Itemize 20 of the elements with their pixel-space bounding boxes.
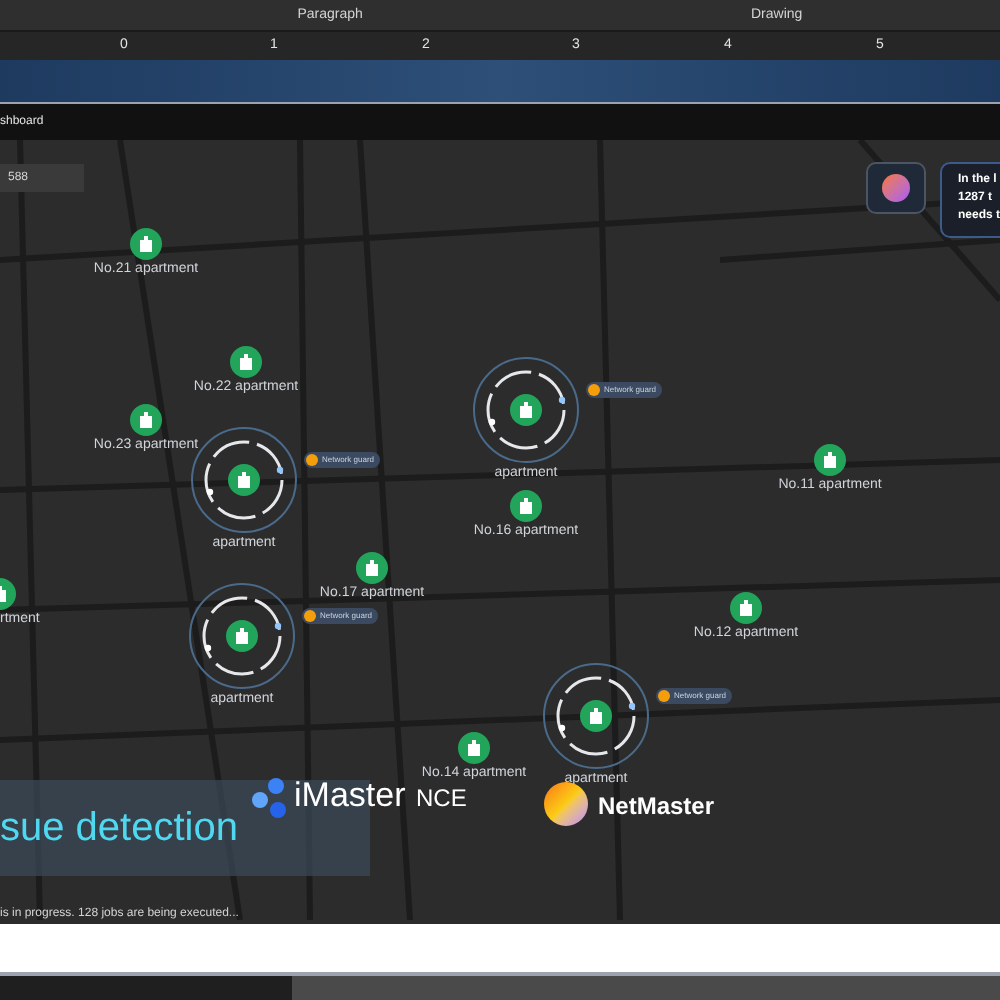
scrollbar-thumb[interactable] [292,976,1000,1000]
banner-title: sue detection [0,804,238,854]
brand-name: NetMaster [598,790,715,824]
building-pin-icon[interactable] [730,592,762,624]
building-pin-icon[interactable] [130,228,162,260]
netmaster-logo-icon [544,782,588,826]
building-pin-icon[interactable] [230,346,262,378]
building-pin-icon[interactable] [356,552,388,584]
brand-suffix: NCE [416,784,467,812]
building-pin-icon[interactable] [228,464,260,496]
building-pin-icon[interactable] [458,732,490,764]
building-pin-icon[interactable] [226,620,258,652]
building-pin-icon[interactable] [510,394,542,426]
app-logo-icon[interactable] [866,162,926,214]
brand-name: iMaster [294,776,406,816]
building-pin-icon[interactable] [510,490,542,522]
building-pin-icon[interactable] [580,700,612,732]
building-pin-icon[interactable] [814,444,846,476]
dots-logo-icon [248,776,292,820]
building-pin-icon[interactable] [130,404,162,436]
